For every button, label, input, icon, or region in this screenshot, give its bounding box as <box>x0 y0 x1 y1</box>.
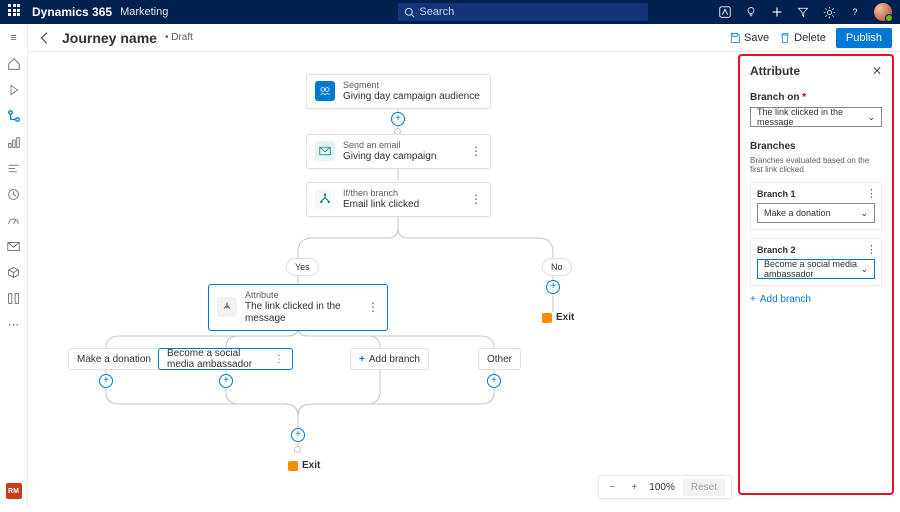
exit-icon <box>542 313 552 323</box>
branch-more-icon[interactable]: ⋮ <box>866 187 877 200</box>
exit-icon <box>288 461 298 471</box>
plus-icon[interactable] <box>770 5 784 19</box>
nav-email-icon[interactable] <box>6 238 22 254</box>
node-more-icon[interactable]: ⋮ <box>462 192 482 206</box>
nav-history-icon[interactable] <box>6 186 22 202</box>
panel-title: Attribute <box>750 64 800 78</box>
back-button[interactable] <box>36 29 54 47</box>
app-launcher-icon[interactable] <box>8 4 24 20</box>
email-node[interactable]: Send an emailGiving day campaign ⋮ <box>306 134 491 169</box>
zoom-control: − + 100% Reset <box>598 475 732 499</box>
branch-pill-other[interactable]: Other <box>478 348 521 370</box>
persona-badge[interactable]: RM <box>6 483 22 499</box>
branch-pill-ambassador[interactable]: Become a social media ambassador⋮ <box>158 348 293 370</box>
lightbulb-icon[interactable] <box>744 5 758 19</box>
pill-more-icon[interactable]: ⋮ <box>274 354 284 365</box>
attribute-panel: Attribute ✕ Branch on * The link clicked… <box>738 54 894 495</box>
command-bar: Journey name • Draft Save Delete Publish <box>28 24 900 52</box>
segment-node[interactable]: SegmentGiving day campaign audience <box>306 74 491 109</box>
chevron-down-icon: ⌄ <box>860 264 868 275</box>
connector-dot <box>294 446 301 453</box>
branch-2-select[interactable]: Become a social media ambassador⌄ <box>757 259 875 279</box>
segment-icon <box>315 81 335 101</box>
attribute-icon <box>217 297 237 317</box>
publish-button[interactable]: Publish <box>836 28 892 48</box>
yes-label: Yes <box>286 258 319 276</box>
branch-on-select[interactable]: The link clicked in the message⌄ <box>750 107 882 127</box>
add-branch-link[interactable]: +Add branch <box>750 294 882 305</box>
chevron-down-icon: ⌄ <box>860 208 868 219</box>
branch-card-2: Branch 2 ⋮ Become a social media ambassa… <box>750 238 882 286</box>
branch-on-label: Branch on * <box>750 92 882 103</box>
exit-label: Exit <box>542 312 574 323</box>
add-step-button[interactable]: + <box>219 374 233 388</box>
status-badge: • Draft <box>165 32 193 43</box>
search-icon <box>404 7 415 18</box>
branches-label: Branches <box>750 141 882 152</box>
close-icon[interactable]: ✕ <box>872 64 882 78</box>
nav-journey-icon[interactable] <box>6 108 22 124</box>
left-nav-rail: ≡ ⋯ RM <box>0 24 28 507</box>
nav-columns-icon[interactable] <box>6 290 22 306</box>
add-step-button[interactable]: + <box>487 374 501 388</box>
global-search[interactable]: Search <box>398 3 648 21</box>
add-step-button[interactable]: + <box>291 428 305 442</box>
nav-more-icon[interactable]: ⋯ <box>6 316 22 332</box>
nav-task-icon[interactable] <box>6 160 22 176</box>
email-icon <box>315 141 335 161</box>
user-avatar[interactable] <box>874 3 892 21</box>
assistant-icon[interactable] <box>718 5 732 19</box>
nav-speed-icon[interactable] <box>6 212 22 228</box>
no-label: No <box>542 258 572 276</box>
branch-card-1: Branch 1 ⋮ Make a donation⌄ <box>750 182 882 230</box>
delete-button[interactable]: Delete <box>779 32 826 44</box>
nav-home-icon[interactable] <box>6 56 22 72</box>
nav-package-icon[interactable] <box>6 264 22 280</box>
node-more-icon[interactable]: ⋮ <box>462 144 482 158</box>
nav-play-icon[interactable] <box>6 82 22 98</box>
attribute-node[interactable]: AttributeThe link clicked in the message… <box>208 284 388 331</box>
branch-1-select[interactable]: Make a donation⌄ <box>757 203 875 223</box>
chevron-down-icon: ⌄ <box>867 112 875 123</box>
plus-icon: + <box>359 354 365 365</box>
plus-icon: + <box>750 294 756 305</box>
nav-analytics-icon[interactable] <box>6 134 22 150</box>
filter-icon[interactable] <box>796 5 810 19</box>
branch-more-icon[interactable]: ⋮ <box>866 243 877 256</box>
ifthen-node[interactable]: If/then branchEmail link clicked ⋮ <box>306 182 491 217</box>
zoom-reset-button[interactable]: Reset <box>683 479 725 496</box>
branch-icon <box>315 189 335 209</box>
page-title: Journey name <box>62 30 157 46</box>
settings-icon[interactable] <box>822 5 836 19</box>
app-name: Marketing <box>120 6 168 18</box>
exit-label: Exit <box>288 460 320 471</box>
zoom-in-button[interactable]: + <box>627 482 641 493</box>
help-icon[interactable]: ? <box>848 5 862 19</box>
node-more-icon[interactable]: ⋮ <box>359 300 379 314</box>
add-step-button[interactable]: + <box>546 280 560 294</box>
brand-name: Dynamics 365 <box>32 5 112 19</box>
add-step-button[interactable]: + <box>391 112 405 126</box>
zoom-level: 100% <box>649 482 675 493</box>
nav-menu-icon[interactable]: ≡ <box>6 30 22 46</box>
add-branch-pill[interactable]: +Add branch <box>350 348 429 370</box>
svg-text:?: ? <box>852 7 857 17</box>
global-header: Dynamics 365 Marketing Search ? <box>0 0 900 24</box>
zoom-out-button[interactable]: − <box>605 482 619 493</box>
search-placeholder: Search <box>419 6 454 18</box>
save-button[interactable]: Save <box>729 32 769 44</box>
add-step-button[interactable]: + <box>99 374 113 388</box>
branches-subtext: Branches evaluated based on the first li… <box>750 156 882 174</box>
